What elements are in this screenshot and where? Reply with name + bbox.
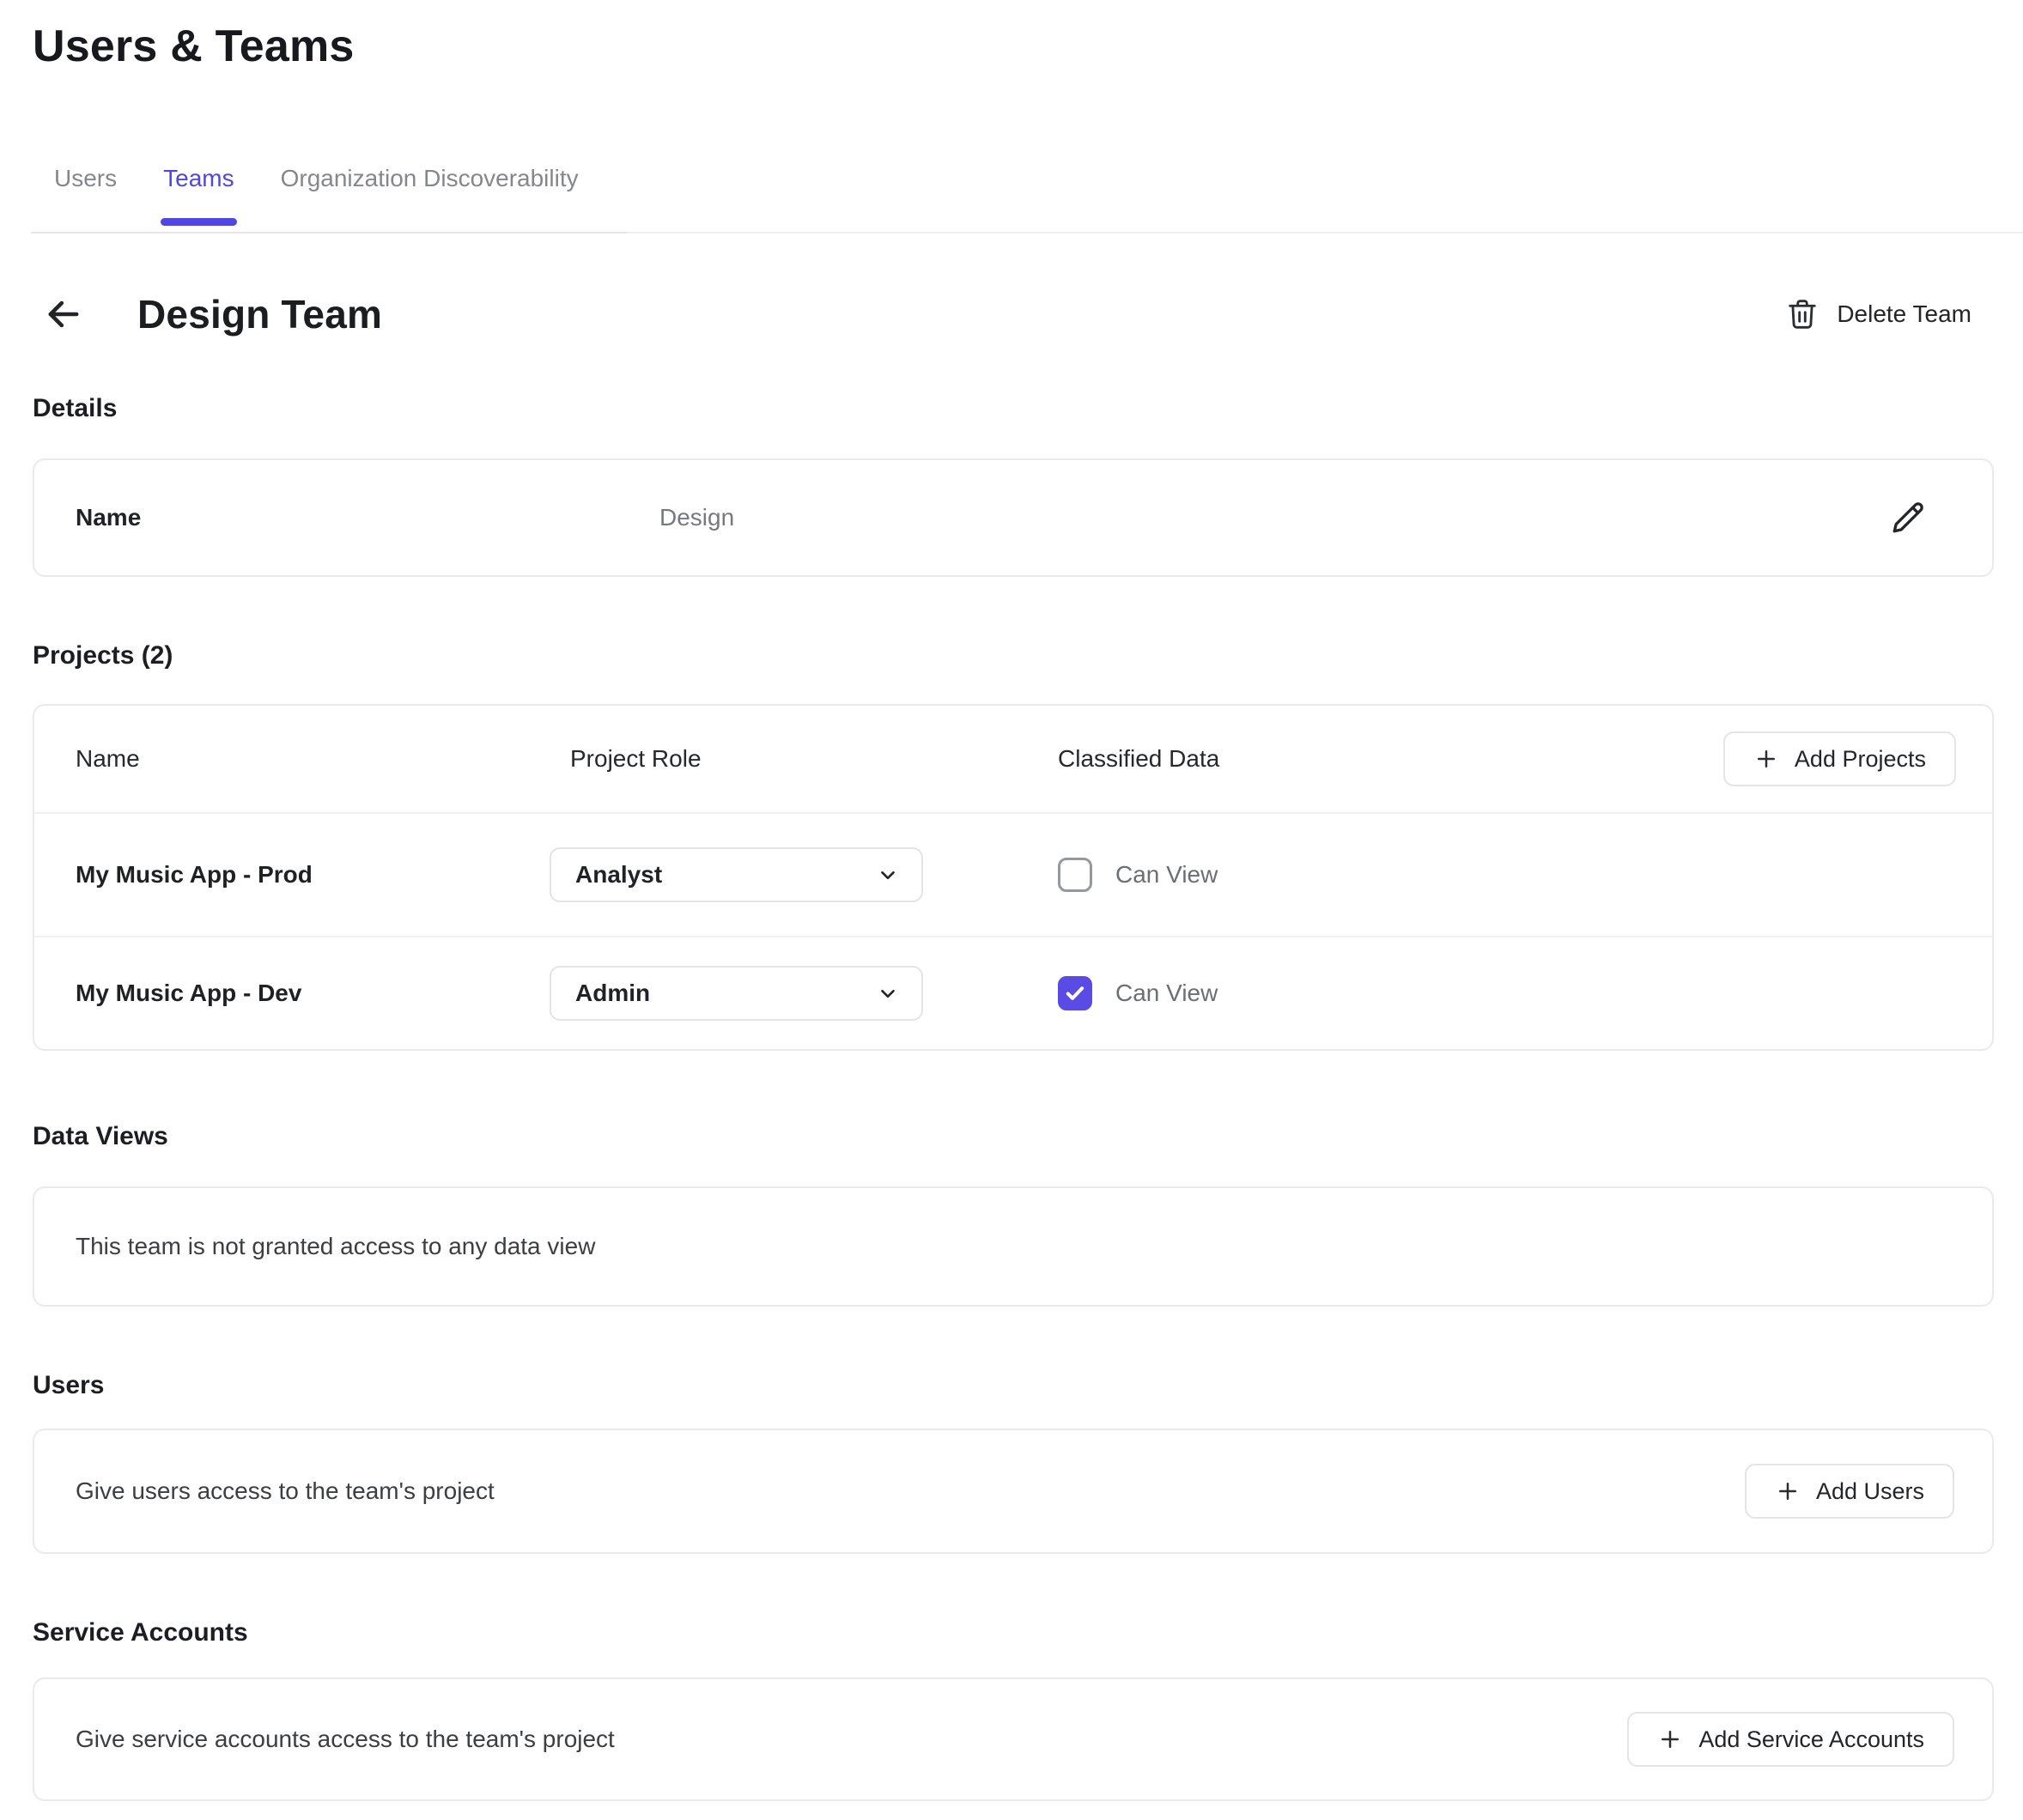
add-users-label: Add Users — [1816, 1478, 1924, 1505]
projects-heading: Projects (2) — [33, 640, 1990, 671]
classified-data-checkbox[interactable] — [1058, 976, 1092, 1010]
chevron-down-icon — [877, 982, 899, 1004]
name-value: Design — [659, 504, 734, 531]
details-card: Name Design — [33, 458, 1994, 577]
projects-table-header: Name Project Role Classified Data Add Pr… — [34, 706, 1992, 812]
column-classified-data: Classified Data — [1058, 745, 1522, 773]
tabs-divider-strong — [31, 232, 628, 234]
data-views-card: This team is not granted access to any d… — [33, 1186, 1994, 1307]
back-button[interactable] — [39, 290, 88, 338]
can-view-label: Can View — [1115, 980, 1218, 1007]
arrow-left-icon — [41, 292, 86, 337]
project-role-value: Admin — [575, 980, 650, 1007]
can-view-label: Can View — [1115, 861, 1218, 889]
chevron-down-icon — [877, 864, 899, 886]
pencil-icon — [1890, 500, 1926, 536]
service-accounts-card: Give service accounts access to the team… — [33, 1677, 1994, 1801]
users-empty-text: Give users access to the team's project — [76, 1477, 495, 1505]
projects-table: Name Project Role Classified Data Add Pr… — [33, 704, 1994, 1051]
tab-users[interactable]: Users — [54, 160, 117, 197]
tab-organization-discoverability[interactable]: Organization Discoverability — [281, 160, 579, 197]
project-row: My Music App - Prod Analyst Can View — [34, 812, 1992, 936]
add-service-accounts-button[interactable]: Add Service Accounts — [1627, 1712, 1954, 1767]
add-projects-label: Add Projects — [1795, 746, 1926, 773]
project-name: My Music App - Dev — [76, 980, 550, 1007]
tab-bar: Users Teams Organization Discoverability — [33, 160, 1990, 234]
delete-team-button[interactable]: Delete Team — [1787, 297, 1971, 331]
project-row: My Music App - Dev Admin Can View — [34, 936, 1992, 1049]
column-name: Name — [76, 745, 550, 773]
classified-data-checkbox[interactable] — [1058, 858, 1092, 892]
add-service-accounts-label: Add Service Accounts — [1698, 1726, 1924, 1753]
edit-name-button[interactable] — [1889, 499, 1927, 537]
team-header: Design Team Delete Team — [33, 288, 1990, 340]
users-card: Give users access to the team's project … — [33, 1429, 1994, 1554]
details-heading: Details — [33, 393, 1990, 424]
add-users-button[interactable]: Add Users — [1745, 1464, 1954, 1519]
page: Users & Teams Users Teams Organization D… — [0, 0, 2023, 1820]
service-accounts-heading: Service Accounts — [33, 1617, 1990, 1648]
trash-icon — [1787, 297, 1818, 331]
project-role-select[interactable]: Analyst — [550, 847, 923, 902]
team-title: Design Team — [137, 291, 382, 337]
project-name: My Music App - Prod — [76, 861, 550, 889]
project-role-select[interactable]: Admin — [550, 966, 923, 1021]
service-accounts-empty-text: Give service accounts access to the team… — [76, 1726, 615, 1753]
page-title: Users & Teams — [33, 19, 1990, 74]
plus-icon — [1775, 1478, 1801, 1504]
tab-teams[interactable]: Teams — [163, 160, 234, 197]
name-label: Name — [76, 504, 659, 531]
data-views-heading: Data Views — [33, 1121, 1990, 1152]
plus-icon — [1753, 746, 1779, 772]
users-heading: Users — [33, 1370, 1990, 1401]
delete-team-label: Delete Team — [1837, 300, 1971, 328]
add-projects-button[interactable]: Add Projects — [1723, 731, 1956, 786]
data-views-empty-text: This team is not granted access to any d… — [76, 1233, 595, 1260]
plus-icon — [1657, 1726, 1683, 1752]
project-role-value: Analyst — [575, 861, 662, 889]
column-project-role: Project Role — [550, 745, 1058, 773]
